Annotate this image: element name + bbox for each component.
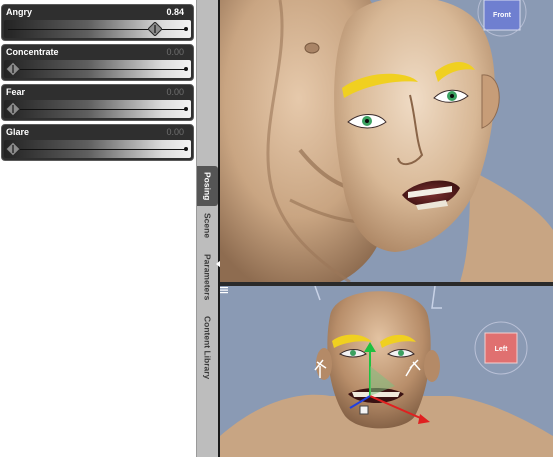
viewport-main[interactable]: Front xyxy=(220,0,553,282)
viewport-render-secondary: Left xyxy=(220,286,553,457)
param-concentrate[interactable]: Concentrate 0.00 xyxy=(1,44,194,81)
param-slider-track[interactable] xyxy=(4,60,191,78)
param-slider-track[interactable] xyxy=(4,140,191,158)
slider-end-dot xyxy=(184,27,188,31)
slider-knob[interactable] xyxy=(6,102,20,116)
param-fear[interactable]: Fear 0.00 xyxy=(1,84,194,121)
slider-end-dot xyxy=(184,147,188,151)
slider-end-dot xyxy=(184,107,188,111)
camera-cube-left-icon[interactable]: Left xyxy=(474,321,528,375)
parameters-panel: Angry 0.84 Concentrate 0.00 Fear 0.00 Gl… xyxy=(0,0,196,457)
tab-scene[interactable]: Scene xyxy=(197,208,218,244)
viewport-menu-icon[interactable] xyxy=(220,286,228,294)
viewport-secondary[interactable]: Left xyxy=(220,286,553,457)
tab-label: Content Library xyxy=(202,316,213,380)
slider-end-dot xyxy=(184,67,188,71)
tab-label: Posing xyxy=(202,171,213,201)
param-value[interactable]: 0.00 xyxy=(166,47,184,57)
param-label: Concentrate xyxy=(6,47,59,57)
tab-label: Scene xyxy=(202,213,213,239)
param-slider-track[interactable] xyxy=(4,100,191,118)
param-label: Fear xyxy=(6,87,26,97)
slider-knob[interactable] xyxy=(6,62,20,76)
slider-knob[interactable] xyxy=(147,22,162,36)
camera-cube-front-icon[interactable]: Front xyxy=(477,0,527,37)
tab-label: Parameters xyxy=(202,253,213,301)
param-value[interactable]: 0.84 xyxy=(166,7,184,17)
param-label: Glare xyxy=(6,127,30,137)
param-label: Angry xyxy=(6,7,33,17)
tab-parameters[interactable]: Parameters xyxy=(197,248,218,306)
camera-cube-label: Front xyxy=(493,12,512,19)
tab-posing[interactable]: Posing xyxy=(197,166,218,206)
camera-cube-label: Left xyxy=(495,346,509,353)
viewport-render-main: Front xyxy=(220,0,553,282)
param-angry[interactable]: Angry 0.84 xyxy=(1,4,194,41)
param-value[interactable]: 0.00 xyxy=(166,127,184,137)
param-value[interactable]: 0.00 xyxy=(166,87,184,97)
param-glare[interactable]: Glare 0.00 xyxy=(1,124,194,161)
param-slider-track[interactable] xyxy=(4,20,191,38)
tab-content-library[interactable]: Content Library xyxy=(197,312,218,384)
slider-knob[interactable] xyxy=(6,142,20,156)
side-tab-strip: Posing Scene Parameters Content Library xyxy=(196,0,218,457)
